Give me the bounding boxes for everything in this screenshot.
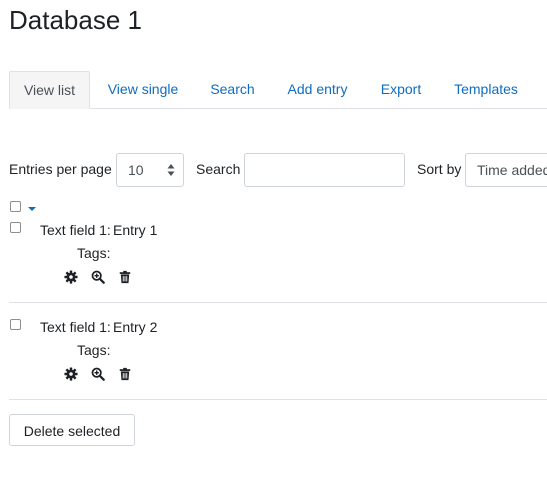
entry-checkbox[interactable] — [10, 222, 21, 233]
tab-add-entry[interactable]: Add entry — [278, 71, 357, 107]
tab-view-list[interactable]: View list — [9, 71, 90, 109]
select-arrows-icon — [167, 164, 175, 176]
zoom-in-icon[interactable] — [91, 270, 105, 284]
delete-selected-button[interactable]: Delete selected — [9, 414, 135, 446]
entries-per-page-label: Entries per page — [9, 161, 112, 177]
entry-checkbox[interactable] — [10, 319, 21, 330]
field-label: Text field 1: — [40, 222, 111, 238]
zoom-in-icon[interactable] — [91, 367, 105, 381]
field-label: Text field 1: — [40, 319, 111, 335]
gear-icon[interactable] — [64, 270, 78, 284]
entries-per-page-select[interactable]: 10 — [116, 153, 184, 187]
tags-label: Tags: — [77, 245, 111, 261]
search-label: Search — [196, 161, 241, 177]
divider — [9, 302, 547, 303]
sort-by-value: Time added — [477, 162, 547, 178]
field-value: Entry 1 — [113, 222, 158, 238]
entries-per-page-value: 10 — [128, 162, 144, 178]
trash-icon[interactable] — [118, 270, 132, 284]
trash-icon[interactable] — [118, 367, 132, 381]
tab-bar: View list View single Search Add entry E… — [9, 71, 547, 109]
sort-by-label: Sort by — [417, 161, 462, 177]
tab-view-single[interactable]: View single — [96, 71, 190, 107]
field-value: Entry 2 — [113, 319, 158, 335]
page-title: Database 1 — [9, 5, 142, 35]
tab-export[interactable]: Export — [371, 71, 431, 107]
chevron-down-icon[interactable] — [28, 207, 36, 211]
tab-search[interactable]: Search — [201, 71, 264, 107]
sort-by-select[interactable]: Time added — [465, 153, 547, 187]
tags-label: Tags: — [77, 342, 111, 358]
search-input[interactable] — [244, 153, 405, 187]
divider — [9, 399, 547, 400]
gear-icon[interactable] — [64, 367, 78, 381]
select-all-checkbox[interactable] — [10, 201, 21, 212]
tab-templates[interactable]: Templates — [445, 71, 527, 107]
